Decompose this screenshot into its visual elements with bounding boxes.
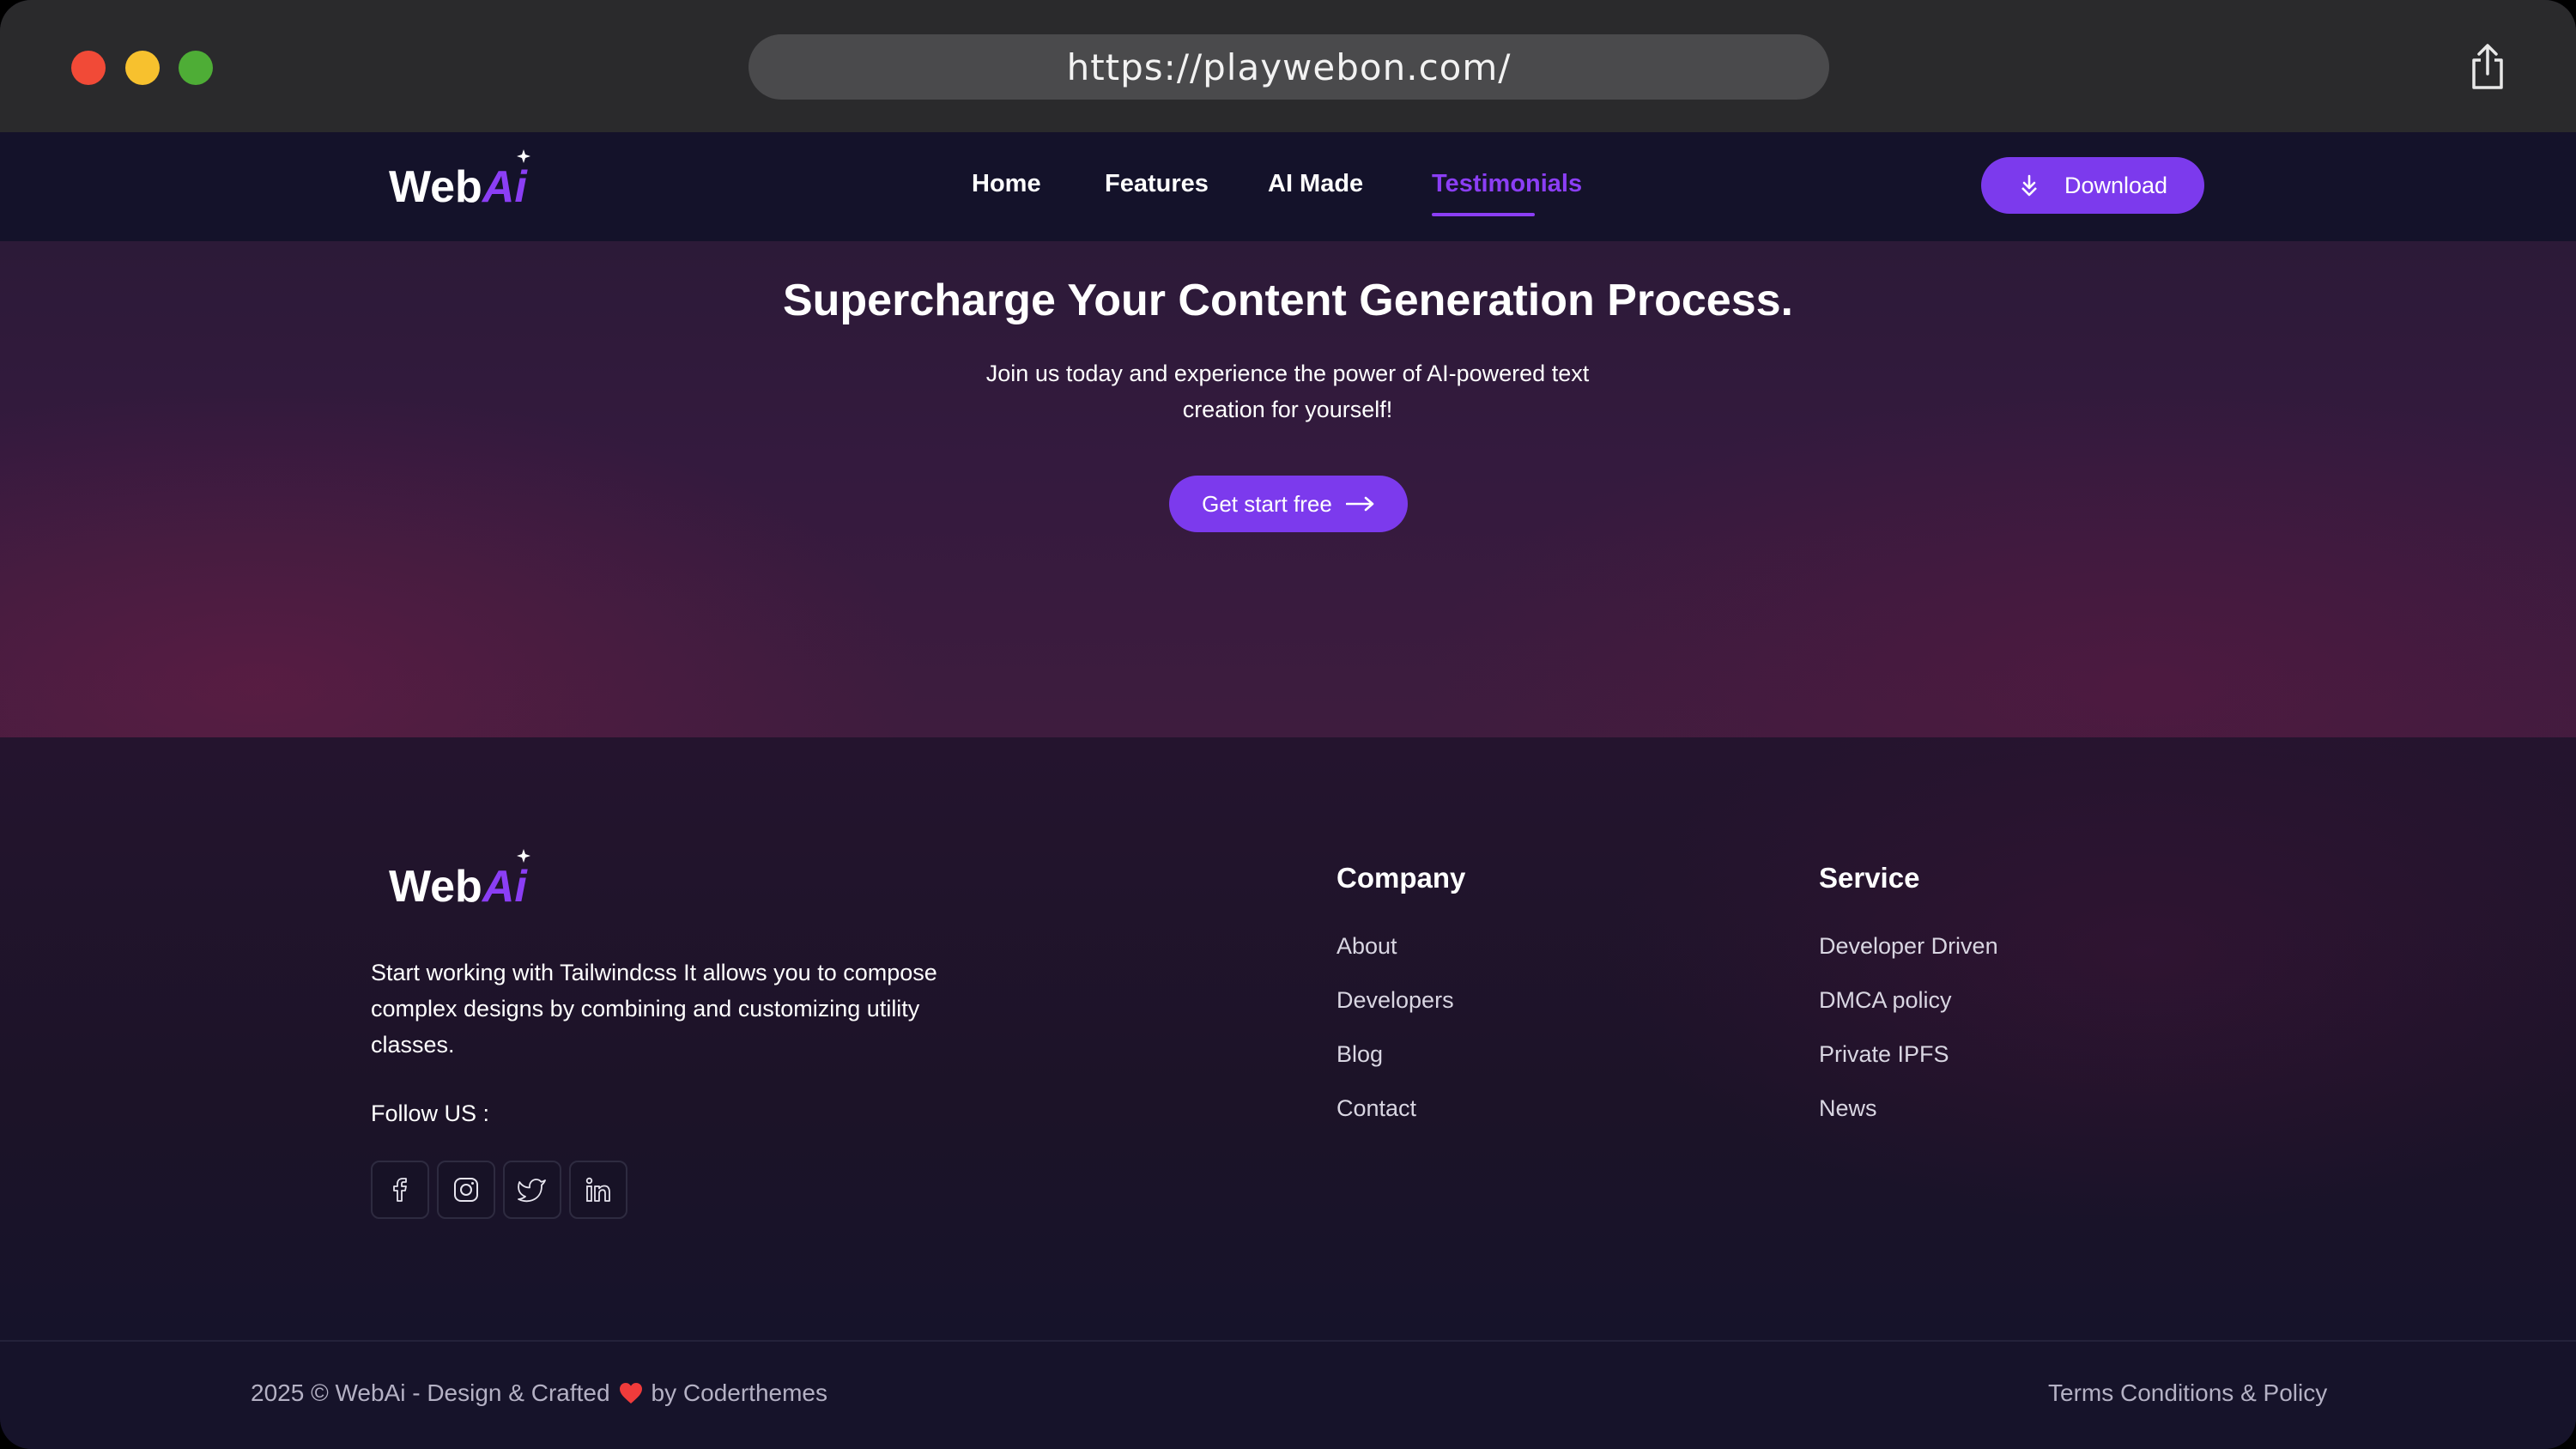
get-start-free-button[interactable]: Get start free [1169,476,1408,532]
footer-logo-accent-text: Ai [482,862,527,912]
cta-subtitle-line-1: Join us today and experience the power o… [985,361,1590,386]
copyright-text: 2025 © WebAi - Design & Crafted by Coder… [251,1379,827,1407]
cta-subtitle: Join us today and experience the power o… [944,355,1631,427]
nav-ai-made[interactable]: AI Made [1268,170,1363,198]
logo-accent-text: Ai [482,162,527,212]
footer-link-news[interactable]: News [1819,1095,1877,1122]
nav-testimonials[interactable]: Testimonials [1432,170,1582,198]
footer-description: Start working with Tailwindcss It allows… [371,960,937,1058]
cta-subtitle-line-2: creation for yourself! [1182,397,1393,422]
facebook-icon [393,1178,407,1202]
heart-icon [619,1383,642,1404]
logo-text: Web [389,162,482,212]
follow-us-label: Follow US : [371,1100,490,1126]
address-bar[interactable]: https://playwebon.com/ [749,34,1829,100]
footer-link-private-ipfs[interactable]: Private IPFS [1819,1041,1949,1068]
minimize-window-button[interactable] [125,51,160,85]
terms-link[interactable]: Terms Conditions & Policy [2048,1379,2327,1407]
browser-window: https://playwebon.com/ Web Ai Home Featu… [0,0,2576,1449]
nav-home[interactable]: Home [972,170,1041,198]
footer-logo[interactable]: Web Ai [389,849,530,912]
instagram-link[interactable] [437,1161,495,1219]
twitter-icon [518,1179,546,1203]
footer-link-contact[interactable]: Contact [1336,1095,1416,1122]
nav-features[interactable]: Features [1105,170,1209,198]
close-window-button[interactable] [71,51,106,85]
copyright-suffix: by Coderthemes [651,1379,827,1406]
copyright-prefix: 2025 © WebAi - Design & Crafted [251,1379,610,1406]
footer-link-dmca-policy[interactable]: DMCA policy [1819,987,1952,1014]
arrow-right-icon [1345,496,1374,512]
active-nav-indicator [1432,213,1535,216]
browser-toolbar: https://playwebon.com/ [0,0,2576,132]
get-start-free-label: Get start free [1202,490,1332,517]
download-icon [2021,174,2037,197]
company-heading: Company [1336,862,1466,894]
logo-accent: Ai [482,149,530,213]
cta-title: Supercharge Your Content Generation Proc… [782,276,1794,325]
footer-logo-accent: Ai [482,849,530,912]
address-bar-url: https://playwebon.com/ [1066,45,1512,88]
download-button[interactable]: Download [1981,157,2204,214]
sparkle-icon [516,849,530,863]
download-button-label: Download [2064,172,2168,198]
site-logo[interactable]: Web Ai [389,149,530,213]
footer-logo-text: Web [389,862,482,912]
facebook-link[interactable] [371,1161,429,1219]
service-heading: Service [1819,862,1920,894]
footer-link-about[interactable]: About [1336,933,1397,960]
share-icon[interactable] [2469,43,2506,91]
sparkle-icon [516,149,530,163]
footer-link-developer-driven[interactable]: Developer Driven [1819,933,1998,960]
instagram-icon [454,1178,478,1202]
linkedin-icon [585,1177,610,1202]
twitter-link[interactable] [503,1161,561,1219]
linkedin-link[interactable] [569,1161,627,1219]
footer-link-developers[interactable]: Developers [1336,987,1454,1014]
footer-link-blog[interactable]: Blog [1336,1041,1383,1068]
maximize-window-button[interactable] [179,51,213,85]
